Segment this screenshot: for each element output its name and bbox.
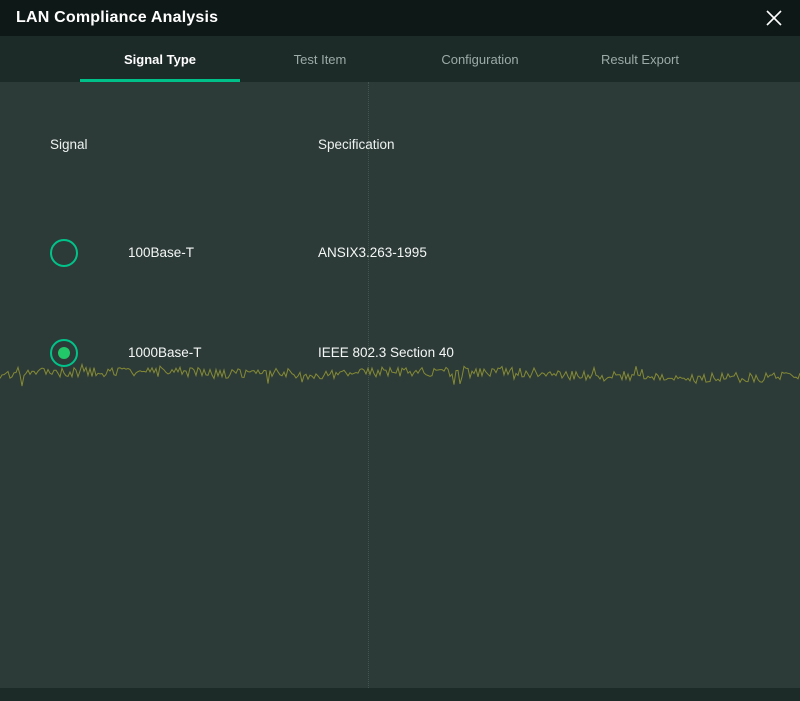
radio-selected-icon[interactable] [50,339,78,367]
tab-test-item[interactable]: Test Item [240,36,400,82]
column-header-specification: Specification [318,137,395,152]
bottom-strip [0,688,800,701]
signal-type-panel: Signal Specification 100Base-T ANSIX3.26… [0,82,800,688]
tab-configuration[interactable]: Configuration [400,36,560,82]
x-close-glyph [765,9,783,27]
signal-name: 1000Base-T [128,345,202,360]
titlebar: LAN Compliance Analysis [0,0,800,36]
signal-name: 100Base-T [128,245,194,260]
dialog-title: LAN Compliance Analysis [16,9,218,27]
signal-specification: ANSIX3.263-1995 [318,245,427,260]
signal-specification: IEEE 802.3 Section 40 [318,345,454,360]
graticule-vertical-line [368,82,369,688]
radio-unselected-icon[interactable] [50,239,78,267]
tab-label: Result Export [601,52,679,67]
tab-signal-type[interactable]: Signal Type [80,36,240,82]
lan-compliance-dialog: LAN Compliance Analysis Signal Type Test… [0,0,800,701]
signal-row-100base-t[interactable]: 100Base-T ANSIX3.263-1995 [0,238,800,268]
tab-bar: Signal Type Test Item Configuration Resu… [0,36,800,82]
column-header-signal: Signal [50,137,88,152]
tab-label: Configuration [441,52,518,67]
tab-label: Test Item [294,52,347,67]
tab-label: Signal Type [124,52,196,67]
signal-row-1000base-t[interactable]: 1000Base-T IEEE 802.3 Section 40 [0,338,800,368]
close-icon[interactable] [762,6,786,30]
tab-result-export[interactable]: Result Export [560,36,720,82]
